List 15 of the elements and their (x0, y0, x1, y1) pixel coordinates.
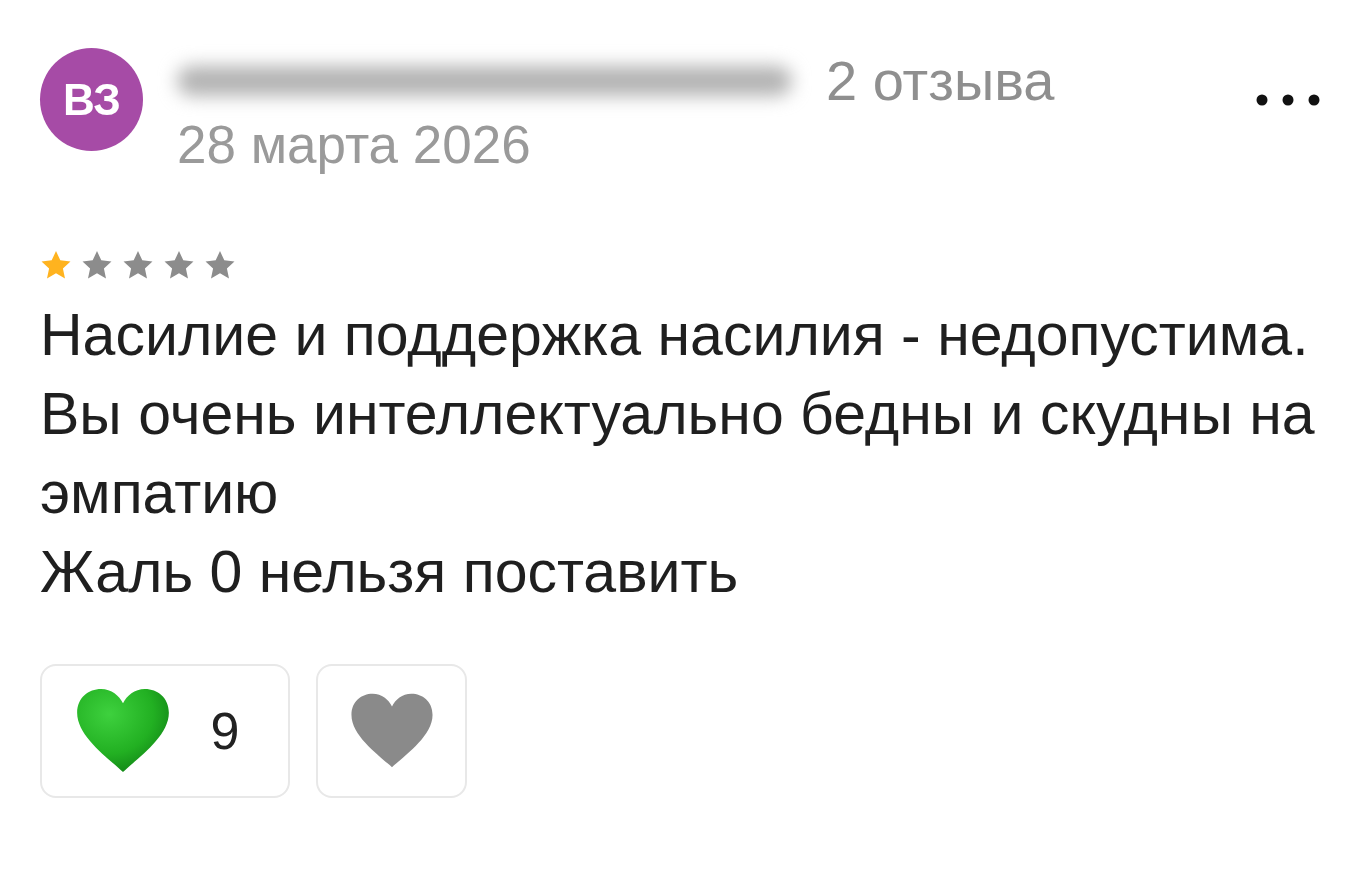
heart-icon (348, 693, 435, 769)
review-date: 28 марта 2026 (177, 114, 531, 176)
review-count: 2 отзыва (826, 49, 1055, 113)
star-icon (204, 250, 236, 280)
more-icon (1256, 94, 1320, 106)
star-icon (163, 250, 195, 280)
heart-icon (74, 688, 171, 774)
star-icon (40, 250, 72, 280)
avatar-initials: ВЗ (63, 74, 120, 125)
dislike-button[interactable] (316, 664, 467, 798)
like-button[interactable]: 9 (40, 664, 290, 798)
review-text: Насилие и поддержка насилия - недопустима. Вы очень интеллектуально бедны и скудны на эмпатию Жаль 0 нельзя поставить (40, 301, 1316, 607)
star-icon (81, 250, 113, 280)
more-button[interactable] (1256, 94, 1320, 106)
star-icon (122, 250, 154, 280)
